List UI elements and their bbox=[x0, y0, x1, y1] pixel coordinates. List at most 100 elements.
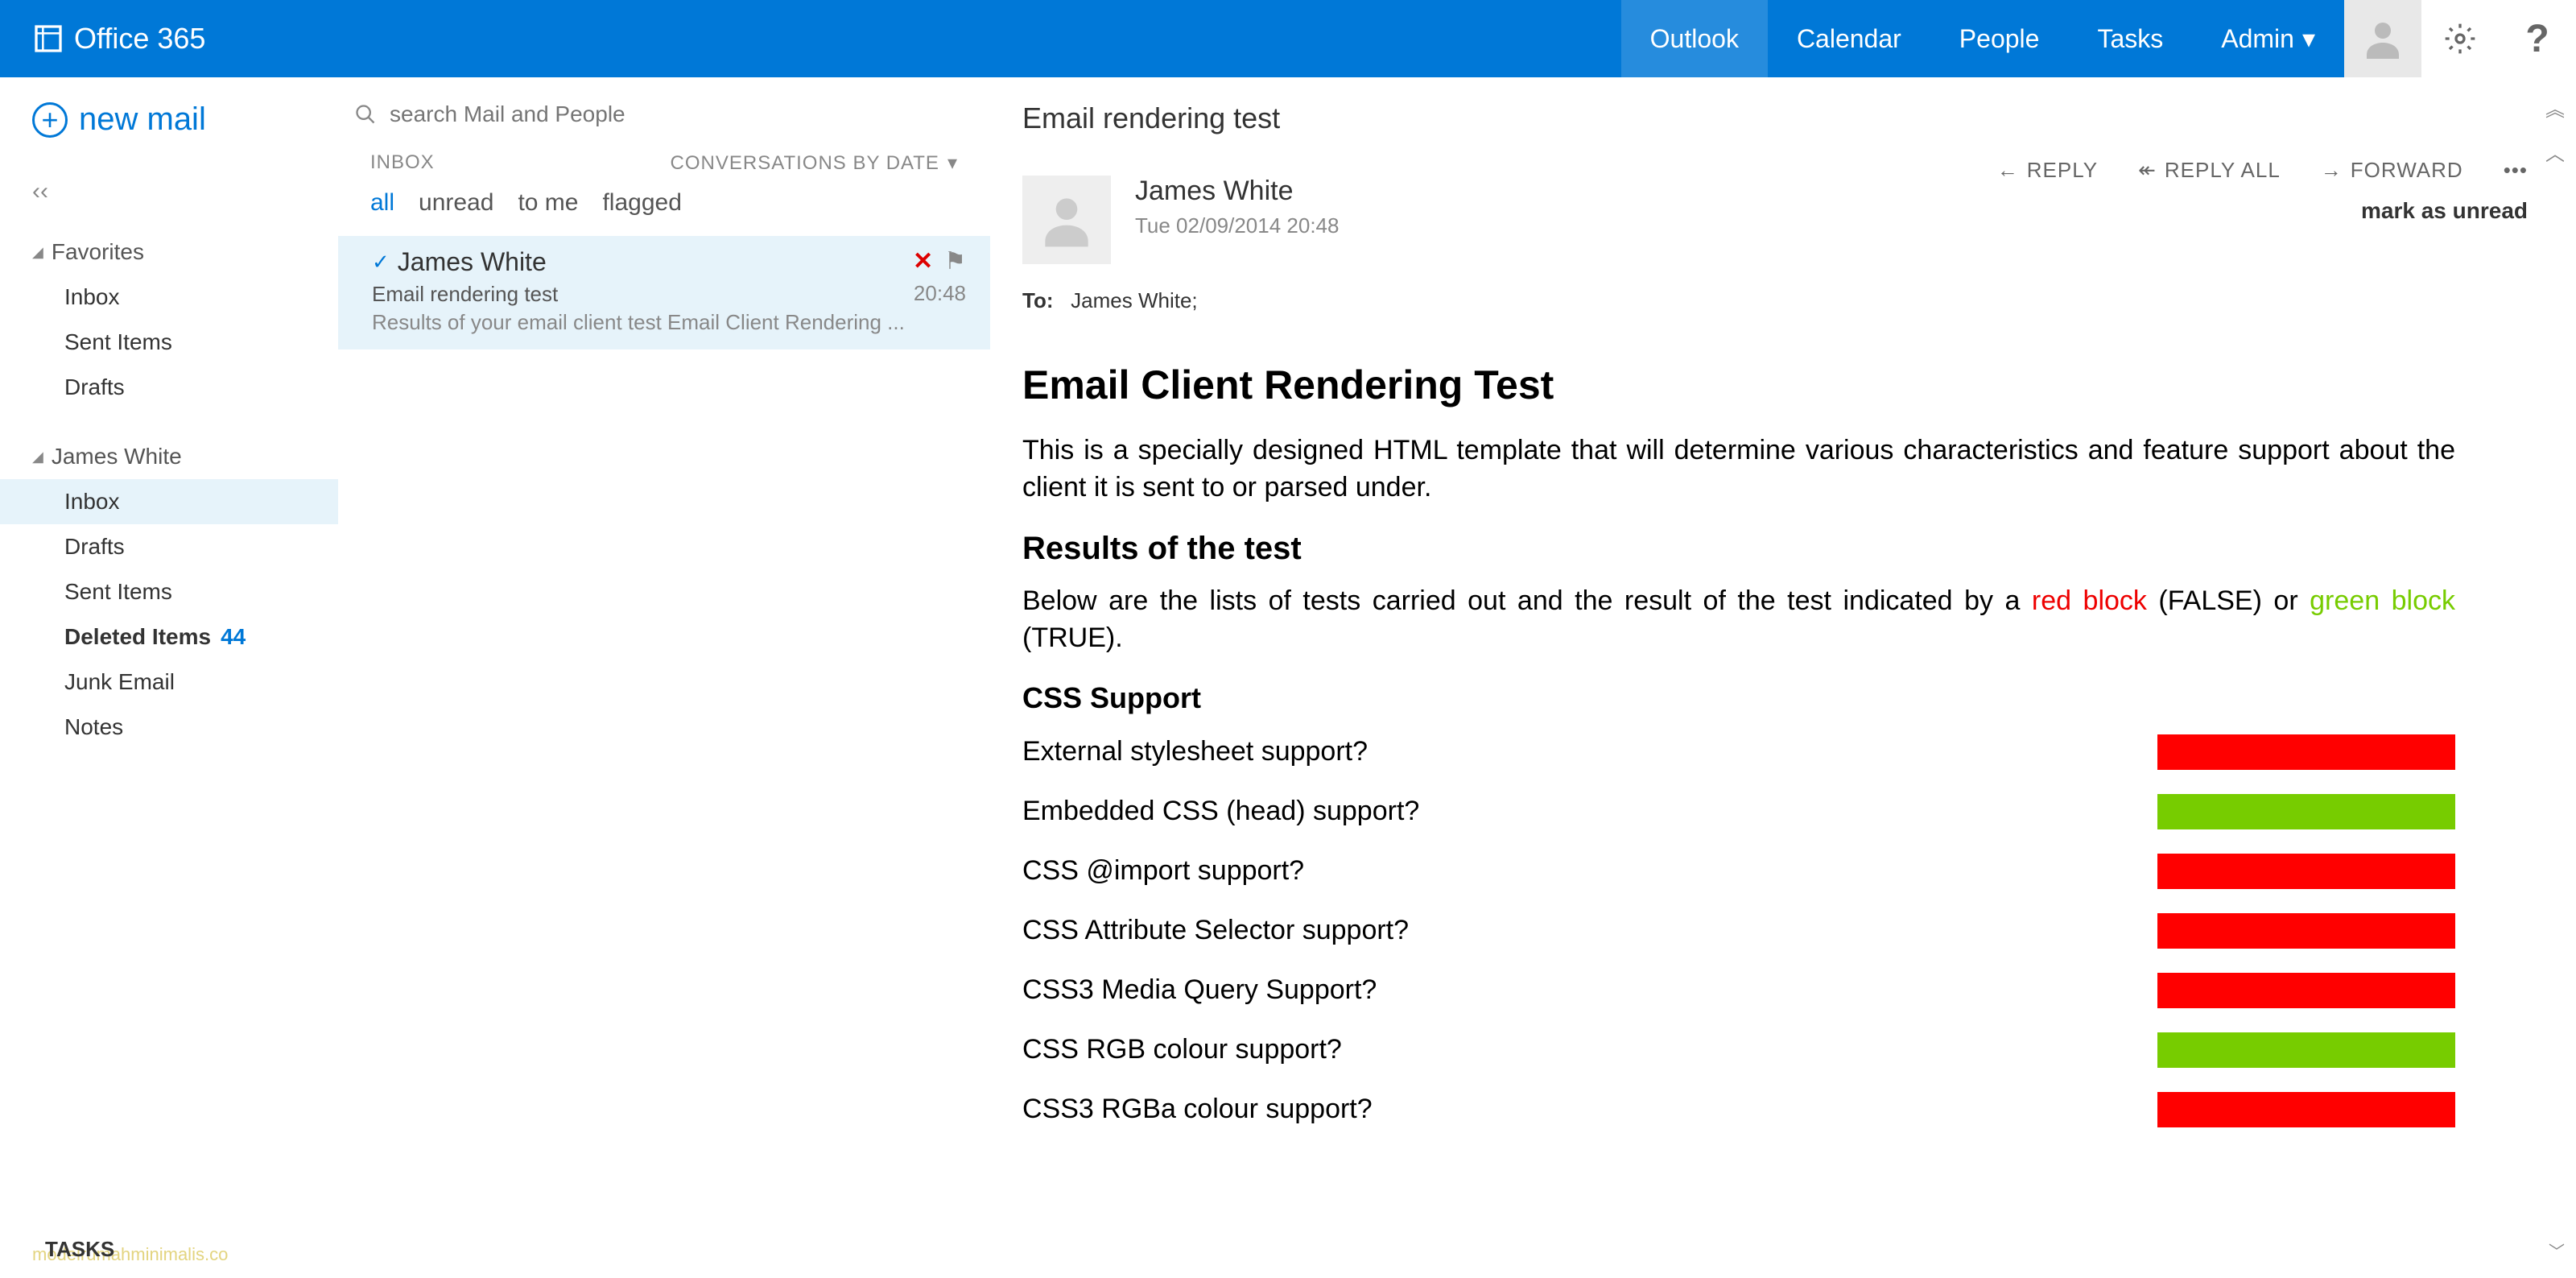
reply-icon: ← bbox=[1997, 158, 2019, 183]
message-actions: ✕ ⚑ bbox=[913, 247, 966, 275]
folder-inbox[interactable]: Inbox bbox=[0, 479, 338, 524]
reading-subject: Email rendering test bbox=[1022, 101, 2528, 135]
green-block-text: green block bbox=[2310, 585, 2455, 616]
filter-unread[interactable]: unread bbox=[419, 189, 493, 217]
test-label: CSS Attribute Selector support? bbox=[1022, 915, 1409, 946]
folder-sent-items[interactable]: Sent Items bbox=[32, 320, 338, 365]
forward-button[interactable]: →FORWARD bbox=[2321, 158, 2463, 183]
nav-tasks[interactable]: Tasks bbox=[2068, 0, 2192, 77]
filter-to-me[interactable]: to me bbox=[518, 189, 578, 217]
chevron-down-icon: ▾ bbox=[947, 151, 958, 175]
message-body: Email Client Rendering Test This is a sp… bbox=[1022, 362, 2528, 1127]
sender-info: James White Tue 02/09/2014 20:48 bbox=[1135, 176, 1339, 238]
test-result-block bbox=[2157, 1092, 2455, 1127]
message-preview: Results of your email client test Email … bbox=[372, 310, 966, 335]
test-row: CSS RGB colour support? bbox=[1022, 1032, 2455, 1068]
body-heading-2: Results of the test bbox=[1022, 531, 2455, 567]
list-header: INBOX CONVERSATIONS BY DATE ▾ bbox=[338, 151, 990, 189]
settings-button[interactable] bbox=[2421, 0, 2499, 77]
new-mail-button[interactable]: + new mail bbox=[32, 101, 338, 138]
main-area: + new mail ‹‹ ◢FavoritesInboxSent ItemsD… bbox=[0, 77, 2576, 1278]
body-paragraph: Below are the lists of tests carried out… bbox=[1022, 583, 2455, 657]
tasks-bar[interactable]: TASKS bbox=[45, 1237, 114, 1262]
folder-drafts[interactable]: Drafts bbox=[32, 524, 338, 569]
scroll-down-button[interactable]: ﹀ bbox=[2549, 1239, 2565, 1262]
chevron-down-icon: ▾ bbox=[2302, 23, 2315, 54]
test-row: CSS3 Media Query Support? bbox=[1022, 973, 2455, 1008]
gear-icon bbox=[2444, 23, 2476, 55]
nav-outlook[interactable]: Outlook bbox=[1621, 0, 1768, 77]
more-actions-button[interactable]: ••• bbox=[2504, 158, 2528, 183]
filter-flagged[interactable]: flagged bbox=[602, 189, 681, 217]
reply-button[interactable]: ←REPLY bbox=[1997, 158, 2098, 183]
chevron-left-icon: ‹‹ bbox=[32, 178, 48, 205]
brand-logo[interactable]: Office 365 bbox=[0, 22, 237, 56]
to-value: James White; bbox=[1071, 288, 1198, 312]
folder-deleted-items[interactable]: Deleted Items44 bbox=[32, 614, 338, 660]
collapse-rail-button[interactable]: ‹‹ bbox=[32, 178, 338, 205]
body-heading-1: Email Client Rendering Test bbox=[1022, 362, 2455, 408]
to-label: To: bbox=[1022, 288, 1054, 312]
folder-drafts[interactable]: Drafts bbox=[32, 365, 338, 410]
check-icon: ✓ bbox=[372, 250, 390, 275]
test-result-block bbox=[2157, 854, 2455, 889]
chevron-up-icon: ︿ bbox=[2545, 138, 2565, 166]
top-nav: OutlookCalendarPeopleTasksAdmin▾ bbox=[1621, 0, 2344, 77]
app-header: Office 365 OutlookCalendarPeopleTasksAdm… bbox=[0, 0, 2576, 77]
test-result-block bbox=[2157, 913, 2455, 949]
office-icon bbox=[32, 23, 64, 55]
search-input[interactable] bbox=[390, 101, 958, 127]
folder-group-header[interactable]: ◢Favorites bbox=[32, 230, 338, 275]
message-subject: Email rendering test bbox=[372, 282, 966, 307]
test-result-block bbox=[2157, 973, 2455, 1008]
test-row: CSS @import support? bbox=[1022, 854, 2455, 889]
flag-icon[interactable]: ⚑ bbox=[944, 247, 966, 275]
search-icon bbox=[354, 103, 377, 126]
message-actions-bar: ←REPLY ↞REPLY ALL →FORWARD ••• bbox=[1997, 158, 2528, 183]
test-label: CSS RGB colour support? bbox=[1022, 1034, 1342, 1065]
mark-unread-button[interactable]: mark as unread bbox=[2361, 198, 2528, 224]
person-icon bbox=[2359, 14, 2407, 63]
body-paragraph: This is a specially designed HTML templa… bbox=[1022, 432, 2455, 507]
inbox-label: INBOX bbox=[370, 151, 435, 175]
test-result-block bbox=[2157, 1032, 2455, 1068]
help-button[interactable]: ? bbox=[2499, 0, 2576, 77]
header-right: ? bbox=[2344, 0, 2576, 77]
plus-circle-icon: + bbox=[32, 102, 68, 138]
chevron-up-icon: ︽ bbox=[2545, 93, 2565, 122]
test-result-block bbox=[2157, 734, 2455, 770]
folder-junk-email[interactable]: Junk Email bbox=[32, 660, 338, 705]
message-sender: James White bbox=[398, 247, 547, 277]
filter-all[interactable]: all bbox=[370, 189, 394, 217]
test-label: CSS3 RGBa colour support? bbox=[1022, 1094, 1373, 1125]
sender-avatar bbox=[1022, 176, 1111, 264]
folder-inbox[interactable]: Inbox bbox=[32, 275, 338, 320]
ellipsis-icon: ••• bbox=[2504, 158, 2528, 183]
message-time: 20:48 bbox=[914, 281, 966, 306]
new-mail-label: new mail bbox=[79, 101, 206, 138]
user-avatar[interactable] bbox=[2344, 0, 2421, 77]
brand-text: Office 365 bbox=[74, 22, 205, 56]
red-block-text: red block bbox=[2032, 585, 2147, 616]
help-icon: ? bbox=[2525, 17, 2549, 61]
search-row bbox=[338, 101, 990, 151]
nav-calendar[interactable]: Calendar bbox=[1768, 0, 1930, 77]
folder-sent-items[interactable]: Sent Items bbox=[32, 569, 338, 614]
reading-pane: ︽︿ ﹀ Email rendering test ←REPLY ↞REPLY … bbox=[990, 77, 2576, 1278]
filter-tabs: all unread to me flagged bbox=[338, 189, 990, 236]
test-row: External stylesheet support? bbox=[1022, 734, 2455, 770]
reply-all-button[interactable]: ↞REPLY ALL bbox=[2138, 158, 2281, 183]
test-row: CSS3 RGBa colour support? bbox=[1022, 1092, 2455, 1127]
folder-notes[interactable]: Notes bbox=[32, 705, 338, 750]
message-item[interactable]: ✓ James White ✕ ⚑ 20:48 Email rendering … bbox=[338, 236, 990, 349]
sort-dropdown[interactable]: CONVERSATIONS BY DATE ▾ bbox=[671, 151, 958, 175]
folder-group-header[interactable]: ◢James White bbox=[32, 434, 338, 479]
person-icon bbox=[1034, 188, 1099, 252]
scroll-up-buttons[interactable]: ︽︿ bbox=[2545, 93, 2565, 166]
test-label: Embedded CSS (head) support? bbox=[1022, 796, 1419, 827]
nav-admin[interactable]: Admin▾ bbox=[2192, 0, 2344, 77]
test-result-block bbox=[2157, 794, 2455, 829]
nav-people[interactable]: People bbox=[1930, 0, 2069, 77]
delete-icon[interactable]: ✕ bbox=[913, 247, 933, 275]
folder-count: 44 bbox=[221, 624, 246, 649]
